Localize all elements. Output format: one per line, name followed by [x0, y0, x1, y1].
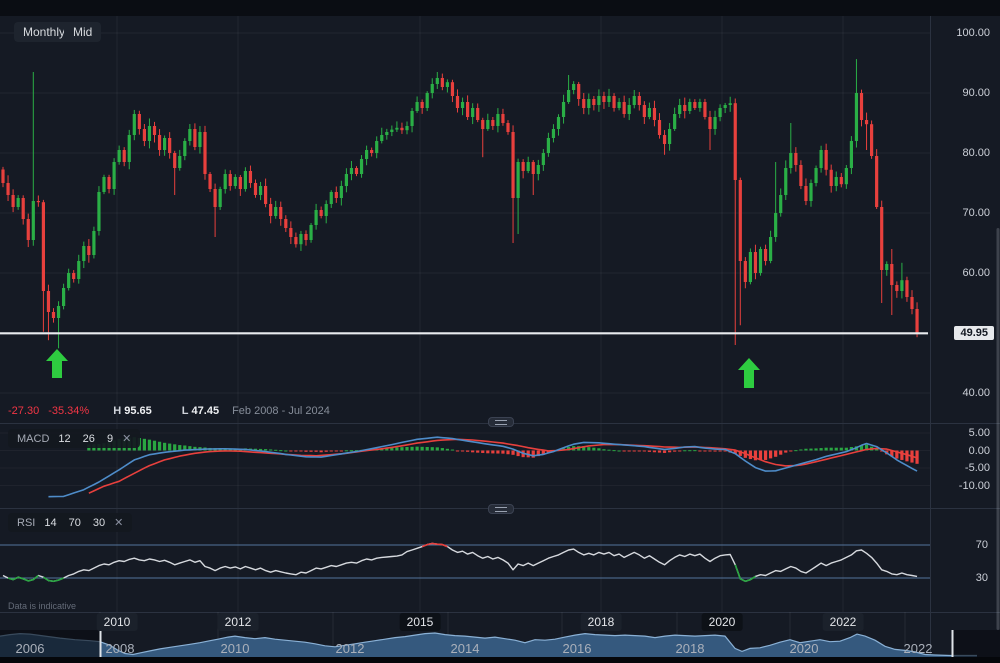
- date-range: Feb 2008 - Jul 2024: [232, 405, 330, 417]
- pane-resize-handle-rsi[interactable]: [488, 504, 514, 514]
- timeline-year-label: 2022: [823, 613, 864, 631]
- price-axis-label: 100.00: [956, 27, 990, 39]
- navigator-year-label: 2016: [563, 641, 592, 656]
- low-label: L: [182, 405, 189, 417]
- macd-close-icon[interactable]: ✕: [122, 432, 131, 445]
- chart-style-button[interactable]: Mid: [64, 22, 101, 42]
- high-label: H: [113, 405, 121, 417]
- macd-axis-label: -5.00: [965, 462, 990, 474]
- macd-legend: MACD 12 26 9 ✕: [8, 429, 140, 448]
- navigator-year-label: 2008: [106, 641, 135, 656]
- last-price-label: 49.95: [954, 326, 994, 340]
- price-axis-label: 70.00: [962, 207, 990, 219]
- rsi-title: RSI: [17, 517, 35, 529]
- grip-icon: [495, 420, 507, 425]
- timeline-year-label: 2015: [400, 613, 441, 631]
- navigator-year-label: 2006: [16, 641, 45, 656]
- price-axis-label: 60.00: [962, 267, 990, 279]
- timeline-year-label: 2020: [702, 613, 743, 631]
- price-axis-label: 80.00: [962, 147, 990, 159]
- navigator-year-label: 2014: [451, 641, 480, 656]
- pane-resize-handle-macd[interactable]: [488, 417, 514, 427]
- navigator-year-label: 2018: [676, 641, 705, 656]
- price-change: -27.30: [8, 405, 39, 417]
- data-indicative-note: Data is indicative: [8, 601, 76, 611]
- rsi-params: 14 70 30: [44, 517, 105, 529]
- navigator-year-label: 2012: [336, 641, 365, 656]
- rsi-axis-label: 30: [976, 572, 988, 584]
- timeline-year-label: 2010: [97, 613, 138, 631]
- rsi-axis-label: 70: [976, 539, 988, 551]
- macd-title: MACD: [17, 433, 49, 445]
- scrollbar-thumb[interactable]: [997, 228, 1000, 630]
- navigator-year-label: 2022: [904, 641, 933, 656]
- top-strip: [0, 0, 1000, 16]
- buy-arrow-icon: [738, 358, 760, 388]
- price-axis-label: 90.00: [962, 87, 990, 99]
- timeline-year-label: 2012: [218, 613, 259, 631]
- status-row: -27.30 -35.34% H 95.65 L 47.45 Feb 2008 …: [8, 404, 330, 418]
- price-change-percent: -35.34%: [48, 405, 89, 417]
- macd-axis-label: -10.00: [959, 480, 990, 492]
- macd-params: 12 26 9: [58, 433, 113, 445]
- navigator-year-label: 2020: [790, 641, 819, 656]
- chart-canvas: [0, 0, 1000, 663]
- rsi-legend: RSI 14 70 30 ✕: [8, 513, 132, 532]
- rsi-close-icon[interactable]: ✕: [114, 516, 123, 529]
- macd-axis-label: 0.00: [969, 445, 990, 457]
- navigator-year-label: 2010: [221, 641, 250, 656]
- timeline-year-label: 2018: [581, 613, 622, 631]
- low-value: 47.45: [192, 405, 220, 417]
- high-value: 95.65: [124, 405, 152, 417]
- trading-chart-app: Monthly Mid -27.30 -35.34% H 95.65 L 47.…: [0, 0, 1000, 663]
- grip-icon: [495, 507, 507, 512]
- macd-axis-label: 5.00: [969, 427, 990, 439]
- buy-arrow-icon: [46, 349, 68, 378]
- price-axis-label: 40.00: [962, 387, 990, 399]
- bottom-strip: [0, 657, 1000, 663]
